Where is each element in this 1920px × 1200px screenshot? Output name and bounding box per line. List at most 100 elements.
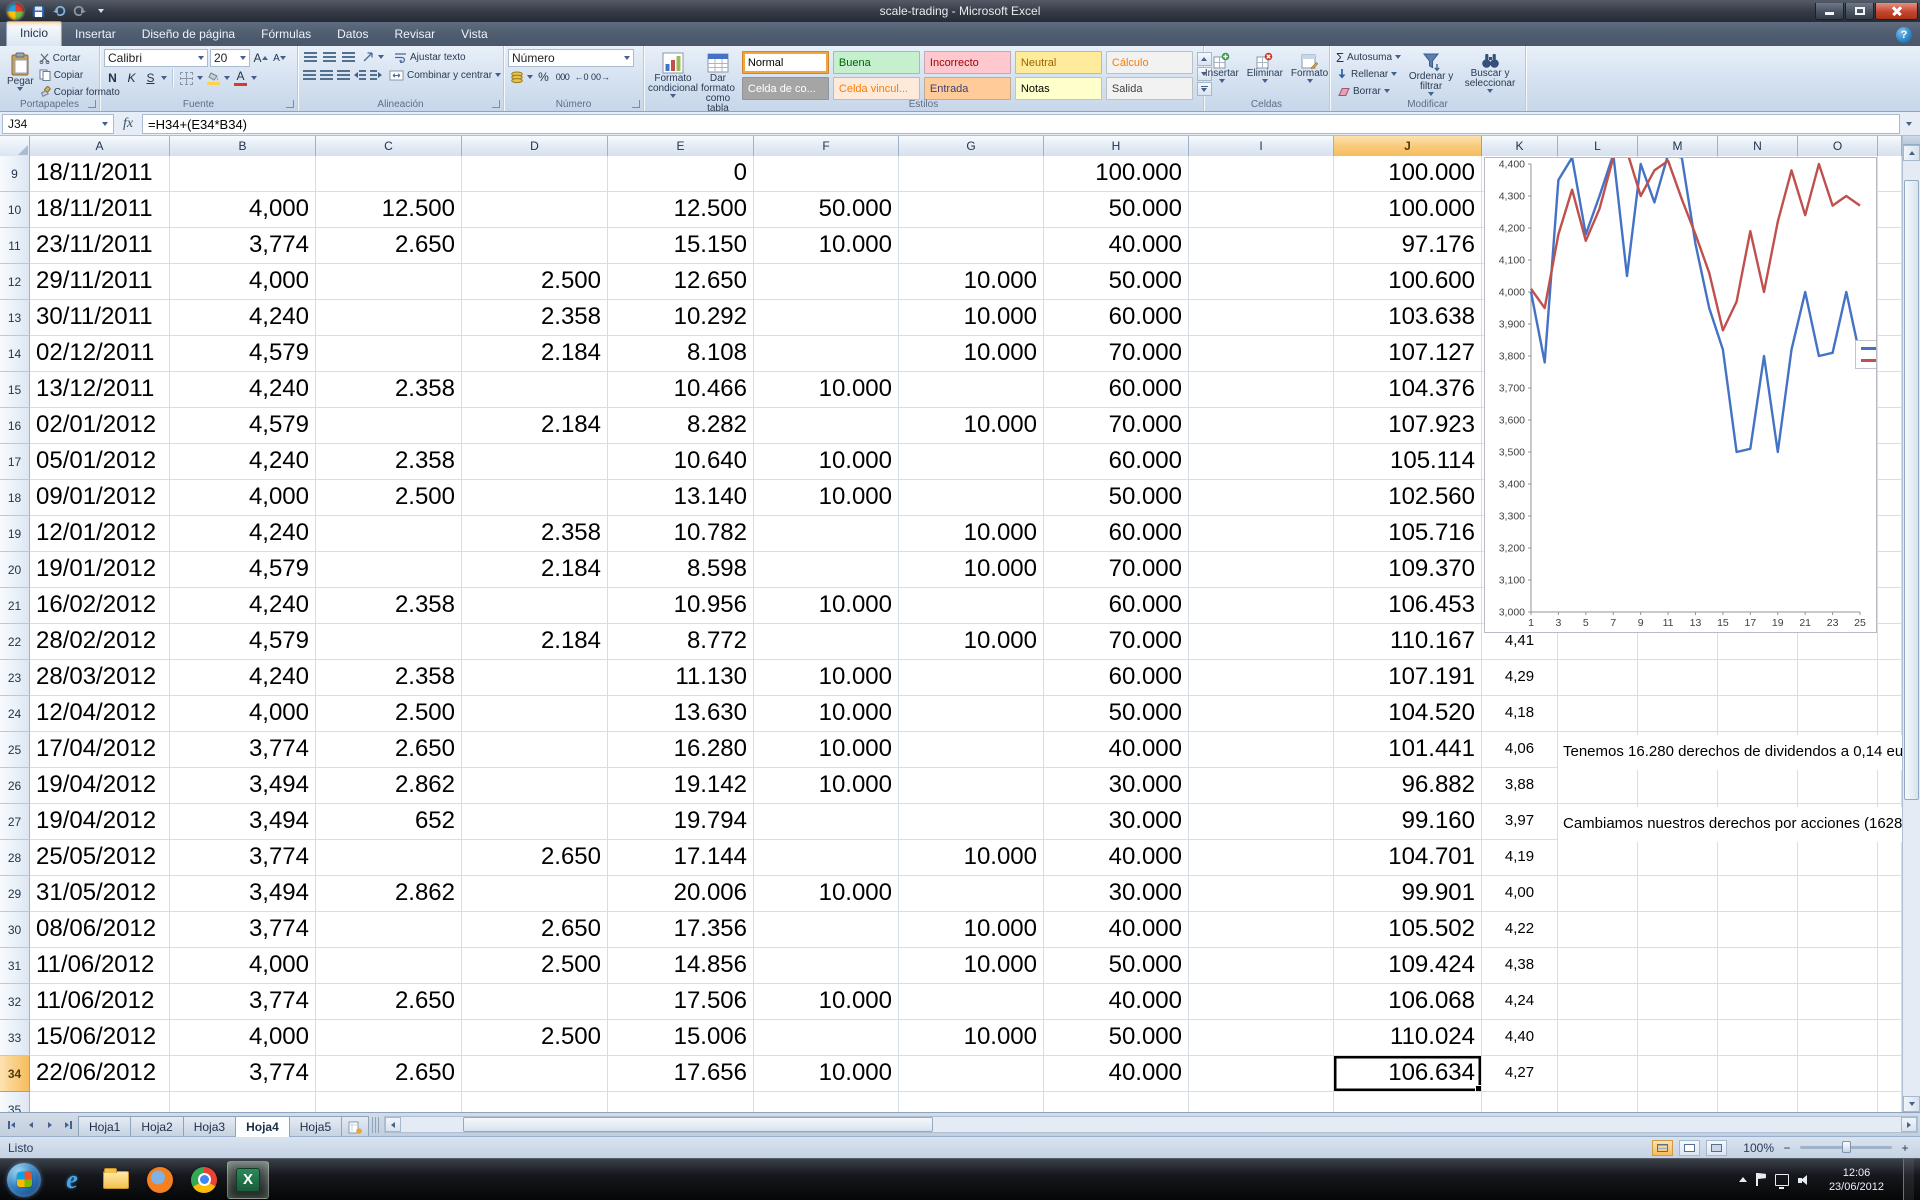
row-header[interactable]: 33 [0,1020,30,1056]
row-header[interactable]: 13 [0,300,30,336]
cell[interactable]: 10.000 [899,264,1044,300]
cell[interactable] [1718,660,1798,696]
first-sheet-icon[interactable] [2,1116,21,1134]
cell[interactable] [1878,372,1902,408]
cell[interactable] [1189,912,1334,948]
cell[interactable] [1189,300,1334,336]
last-sheet-icon[interactable] [59,1116,78,1134]
autosum-button[interactable]: Σ Autosuma [1334,49,1403,65]
cell[interactable] [899,372,1044,408]
cell[interactable] [1189,588,1334,624]
cell[interactable]: 25/05/2012 [30,840,170,876]
row-header[interactable]: 25 [0,732,30,768]
undo-icon[interactable] [50,3,68,19]
cell[interactable]: 4,24 [1482,984,1558,1020]
cell[interactable]: 10.000 [754,372,899,408]
align-right-icon[interactable] [336,67,351,83]
underline-dropdown-icon[interactable] [161,76,167,80]
fill-button[interactable]: Rellenar [1334,66,1403,82]
row-header[interactable]: 10 [0,192,30,228]
cell[interactable] [1878,1020,1902,1056]
ribbon-tab[interactable]: Inicio [6,21,62,46]
cell-style[interactable]: Entrada [924,77,1011,100]
wrap-text-button[interactable]: Ajustar texto [392,49,468,65]
cell[interactable]: 70.000 [1044,624,1189,660]
font-family-combo[interactable]: Calibri [104,49,208,67]
cell[interactable] [170,156,316,192]
sheet-tab[interactable]: Hoja5 [289,1116,342,1137]
cell[interactable] [1878,984,1902,1020]
cell[interactable] [1189,228,1334,264]
cell[interactable]: 3,88 [1482,768,1558,804]
prev-sheet-icon[interactable] [21,1116,40,1134]
cell[interactable]: 10.000 [899,912,1044,948]
cell[interactable]: 12.500 [316,192,462,228]
cell[interactable]: 17.506 [608,984,754,1020]
cell[interactable] [1798,660,1878,696]
row-header[interactable]: 21 [0,588,30,624]
row-header[interactable]: 24 [0,696,30,732]
cell[interactable] [1558,876,1638,912]
cell[interactable]: Tenemos 16.280 derechos de dividendos a … [1558,732,1638,768]
sheet-tab[interactable]: Hoja2 [130,1116,183,1137]
number-format-combo[interactable]: Número [508,49,634,67]
cell[interactable]: 30/11/2011 [30,300,170,336]
cell[interactable]: 40.000 [1044,732,1189,768]
cell[interactable] [1878,336,1902,372]
cell[interactable]: 10.292 [608,300,754,336]
cell[interactable]: 2.500 [462,264,608,300]
cell[interactable]: 18/11/2011 [30,192,170,228]
cell[interactable] [316,840,462,876]
cell[interactable] [462,1092,608,1112]
cell[interactable] [462,696,608,732]
row-header[interactable]: 31 [0,948,30,984]
cell[interactable] [462,660,608,696]
font-color-dropdown-icon[interactable] [251,76,257,80]
zoom-slider-thumb[interactable] [1842,1141,1851,1153]
cell[interactable]: 10.000 [899,336,1044,372]
cell[interactable] [1638,696,1718,732]
cell-style[interactable]: Neutral [1015,51,1102,74]
cell[interactable] [1558,768,1638,804]
cell[interactable]: 10.000 [754,480,899,516]
column-header[interactable]: E [608,136,754,156]
cell[interactable]: 4,06 [1482,732,1558,768]
cell[interactable]: 8.282 [608,408,754,444]
formula-input[interactable]: =H34+(E34*B34) [142,114,1900,134]
format-as-table-button[interactable]: Dar formato como tabla [698,49,738,121]
currency-format-button[interactable] [508,69,525,85]
shrink-font-button[interactable]: A [271,50,288,66]
cell[interactable]: 22/06/2012 [30,1056,170,1092]
number-dialog-launcher-icon[interactable] [632,100,640,108]
cell[interactable] [1798,1056,1878,1092]
font-size-combo[interactable]: 20 [210,49,250,67]
cell[interactable]: 101.441 [1334,732,1482,768]
cell[interactable]: 10.000 [754,228,899,264]
cell[interactable]: 19.142 [608,768,754,804]
cell[interactable]: 107.923 [1334,408,1482,444]
cell[interactable]: 40.000 [1044,1056,1189,1092]
cell[interactable] [899,444,1044,480]
cell-style[interactable]: Buena [833,51,920,74]
tab-scrollbar-splitter[interactable] [372,1117,379,1133]
cell[interactable]: 50.000 [1044,264,1189,300]
taskbar-excel[interactable]: X [227,1161,269,1199]
split-handle[interactable] [1903,136,1920,145]
cell[interactable] [1798,948,1878,984]
cell[interactable]: 10.000 [899,552,1044,588]
cell[interactable] [1189,660,1334,696]
cell[interactable]: 02/01/2012 [30,408,170,444]
cell[interactable] [462,192,608,228]
cell[interactable]: 110.024 [1334,1020,1482,1056]
ribbon-tab[interactable]: Insertar [62,23,129,46]
cell[interactable] [1334,1092,1482,1112]
cell[interactable]: 97.176 [1334,228,1482,264]
cell[interactable]: 10.000 [899,948,1044,984]
cell[interactable]: 10.640 [608,444,754,480]
cell[interactable] [462,768,608,804]
cell[interactable] [1878,1056,1902,1092]
row-header[interactable]: 27 [0,804,30,840]
cell[interactable] [899,228,1044,264]
cell[interactable]: 10.000 [899,300,1044,336]
column-header[interactable]: H [1044,136,1189,156]
